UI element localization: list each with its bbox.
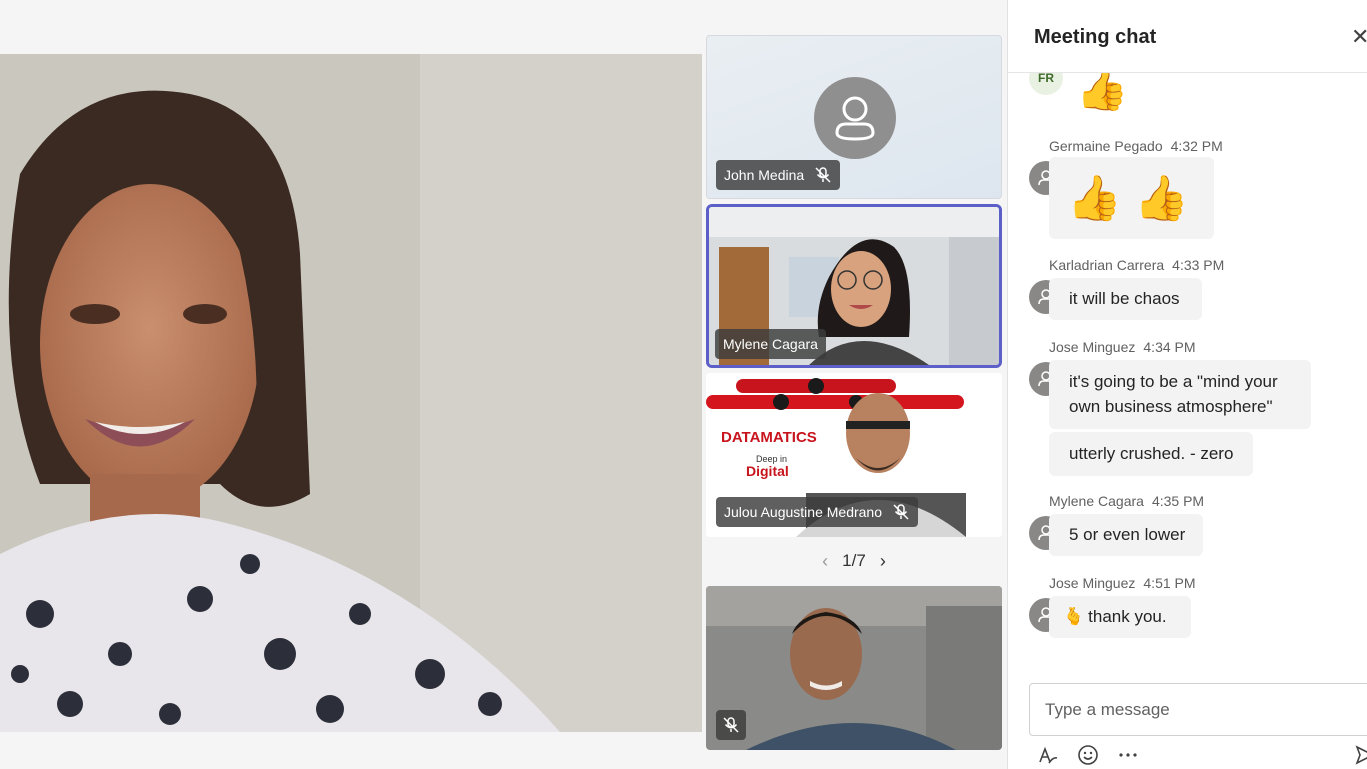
participant-name-badge [716, 710, 746, 740]
chevron-left-icon[interactable]: ‹ [822, 551, 828, 572]
chevron-right-icon[interactable]: › [880, 551, 886, 572]
participant-tile-john[interactable]: John Medina [706, 35, 1002, 199]
page-indicator: 1/7 [842, 551, 866, 570]
mic-off-icon [892, 503, 910, 521]
send-icon[interactable] [1355, 744, 1367, 769]
mic-off-icon [814, 166, 832, 184]
chat-title: Meeting chat [1034, 26, 1157, 48]
message-emoji: 👍 [1076, 73, 1129, 112]
participant-name: John Medina [724, 167, 805, 183]
mic-off-icon [722, 716, 740, 734]
message-sender: Jose Minguez 4:51 PM [1049, 575, 1196, 591]
message-bubble: 🫰 thank you. [1049, 596, 1191, 638]
message-bubble: it's going to be a "mind your own busine… [1049, 360, 1311, 429]
gallery-pager: ‹ 1/7 › [706, 547, 1002, 575]
participant-video-frame [706, 586, 1002, 750]
message-composer[interactable] [1029, 683, 1367, 736]
message-time: 4:33 PM [1172, 257, 1225, 273]
emoji-icon[interactable] [1077, 744, 1099, 769]
sender-name: Mylene Cagara [1049, 493, 1144, 509]
message-emoji: 🫰 [1063, 607, 1085, 626]
message-bubble: 5 or even lower [1049, 514, 1203, 556]
message-bubble: it will be chaos [1049, 278, 1202, 320]
banner-brand: DATAMATICS [721, 429, 817, 446]
participant-tile-4[interactable] [706, 586, 1002, 750]
sender-name: Jose Minguez [1049, 339, 1136, 355]
message-time: 4:34 PM [1143, 339, 1196, 355]
video-stage: John Medina Mylene Cagara DATAMATICS Dee… [0, 0, 1007, 769]
participant-name: Julou Augustine Medrano [724, 504, 882, 520]
message-sender: Karladrian Carrera 4:33 PM [1049, 257, 1224, 273]
participant-name-badge: John Medina [716, 160, 841, 190]
message-sender: Jose Minguez 4:34 PM [1049, 339, 1196, 355]
meeting-chat-panel: Meeting chat ✕ FR 👍 Germaine Pegado 4:32 … [1007, 0, 1367, 769]
default-avatar-icon [814, 77, 896, 159]
format-icon[interactable] [1037, 744, 1059, 769]
composer-toolbar [1029, 742, 1367, 769]
participant-tile-julou[interactable]: DATAMATICS Deep in Digital Julou Augusti… [706, 373, 1002, 537]
avatar-initials: FR [1038, 73, 1054, 85]
sender-name: Karladrian Carrera [1049, 257, 1165, 273]
speaker-video-frame [0, 54, 702, 732]
sender-name: Jose Minguez [1049, 575, 1136, 591]
message-time: 4:51 PM [1143, 575, 1196, 591]
sender-name: Germaine Pegado [1049, 138, 1163, 154]
close-icon[interactable]: ✕ [1351, 24, 1367, 50]
participant-name-badge: Julou Augustine Medrano [716, 497, 918, 527]
message-time: 4:32 PM [1170, 138, 1223, 154]
message-sender: Germaine Pegado 4:32 PM [1049, 138, 1223, 154]
message-text: thank you. [1088, 607, 1167, 626]
message-time: 4:35 PM [1151, 493, 1205, 509]
more-options-icon[interactable] [1117, 744, 1139, 769]
message-input[interactable] [1030, 684, 1367, 735]
main-speaker-video[interactable] [0, 54, 702, 732]
message-bubble: 👍 👍 [1049, 157, 1214, 239]
message-list[interactable]: FR 👍 Germaine Pegado 4:32 PM 👍 👍 Karladri… [1008, 73, 1367, 673]
avatar[interactable]: FR [1029, 73, 1063, 95]
banner-tagline-word: Digital [746, 463, 789, 479]
message-sender: Mylene Cagara 4:35 PM [1049, 493, 1204, 509]
chat-header: Meeting chat ✕ [1008, 0, 1367, 73]
participant-tile-mylene[interactable]: Mylene Cagara [706, 204, 1002, 368]
participant-name-badge: Mylene Cagara [715, 329, 826, 359]
message-bubble: utterly crushed. - zero [1049, 432, 1253, 476]
participant-name: Mylene Cagara [723, 336, 818, 352]
